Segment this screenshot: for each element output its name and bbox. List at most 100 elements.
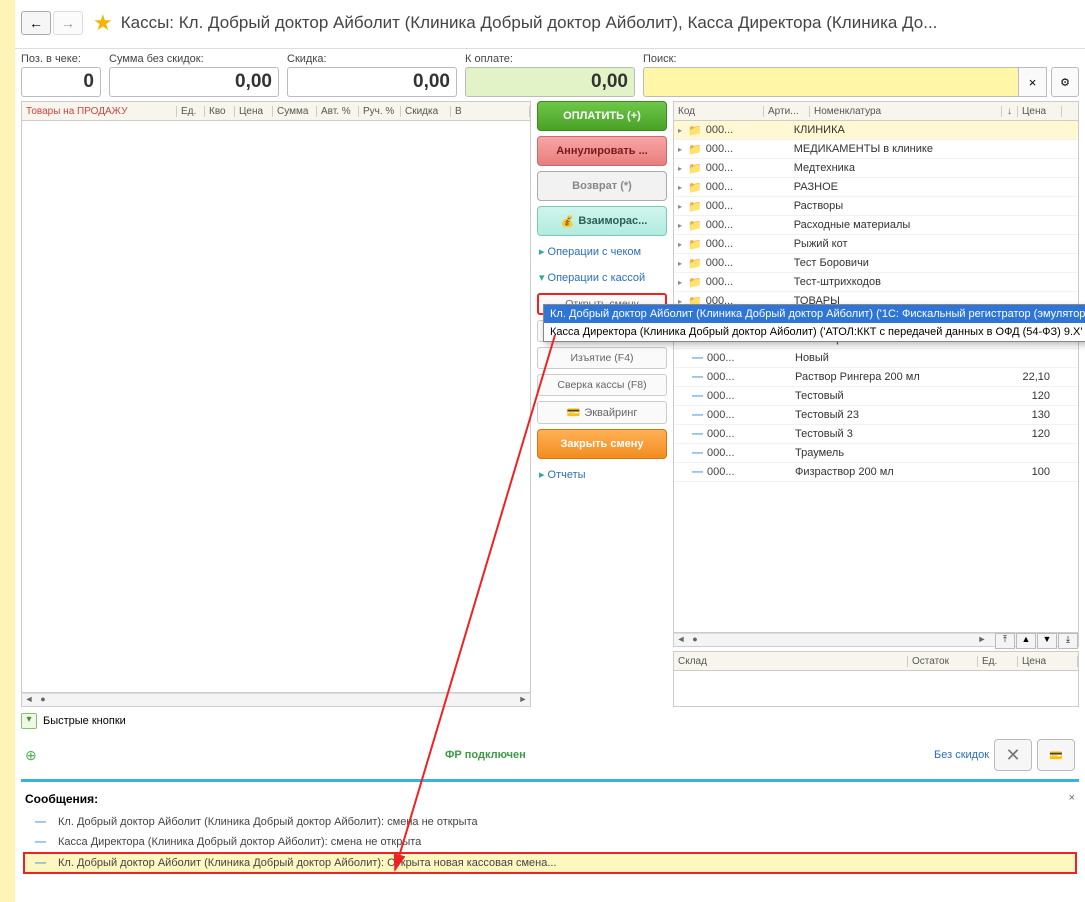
chevron-right-icon[interactable]: ▸: [678, 164, 688, 173]
sum-input[interactable]: [109, 67, 279, 97]
pos-input[interactable]: [21, 67, 101, 97]
reports-link[interactable]: ▸Отчеты: [537, 464, 667, 485]
tree-name: МЕДИКАМЕНТЫ в клинике: [794, 143, 1008, 155]
search-clear-button[interactable]: ×: [1019, 67, 1047, 97]
items-scrollbar[interactable]: ◄ ● ►: [21, 693, 531, 707]
reconcile-button[interactable]: Сверка кассы (F8): [537, 374, 667, 396]
items-table-body[interactable]: [21, 121, 531, 693]
jump-bottom-button[interactable]: ⤓: [1058, 633, 1078, 649]
messages-close-button[interactable]: ×: [1069, 792, 1075, 806]
chevron-right-icon[interactable]: ▸: [678, 240, 688, 249]
pay-button[interactable]: ОПЛАТИТЬ (+): [537, 101, 667, 131]
chevron-right-icon[interactable]: ▸: [678, 145, 688, 154]
sort-icon[interactable]: ↓: [1002, 106, 1018, 117]
col-price[interactable]: Цена: [235, 106, 273, 117]
chevron-right-icon[interactable]: ▸: [678, 183, 688, 192]
col-store[interactable]: Склад: [674, 656, 908, 667]
close-shift-button[interactable]: Закрыть смену: [537, 429, 667, 459]
cancel-big-button[interactable]: ✕: [994, 739, 1032, 771]
search-input[interactable]: [643, 67, 1019, 97]
withdraw-button[interactable]: Изъятие (F4): [537, 347, 667, 369]
tree-name: Рыжий кот: [794, 238, 1008, 250]
folder-icon: 📁: [688, 238, 702, 251]
col-art[interactable]: Арти...: [764, 106, 810, 117]
tree-body[interactable]: ▸📁000...КЛИНИКА▸📁000...МЕДИКАМЕНТЫ в кли…: [673, 121, 1079, 633]
jump-top-button[interactable]: ⤒: [995, 633, 1015, 649]
tree-row[interactable]: ▸📁000...Тест Боровичи: [674, 254, 1078, 273]
tree-row[interactable]: —000...Тестовый 3120: [674, 425, 1078, 444]
card-big-button[interactable]: 💳: [1037, 739, 1075, 771]
col-qty[interactable]: Кво: [205, 106, 235, 117]
nav-forward-button[interactable]: →: [53, 11, 83, 35]
tree-code: 000...: [706, 200, 748, 212]
col-goods[interactable]: Товары на ПРОДАЖУ: [22, 106, 177, 117]
tree-row[interactable]: ▸📁000...Растворы: [674, 197, 1078, 216]
add-button[interactable]: ⊕: [25, 747, 37, 764]
tree-row[interactable]: ▸📁000...КЛИНИКА: [674, 121, 1078, 140]
col-v[interactable]: В: [451, 106, 530, 117]
chevron-right-icon[interactable]: ▸: [678, 221, 688, 230]
jump-down-button[interactable]: ▼: [1037, 633, 1057, 649]
acquiring-button[interactable]: 💳Эквайринг: [537, 401, 667, 424]
annul-button[interactable]: Аннулировать ...: [537, 136, 667, 166]
tree-row[interactable]: —000...Траумель: [674, 444, 1078, 463]
popup-option-2[interactable]: Касса Директора (Клиника Добрый доктор А…: [544, 323, 1085, 341]
tree-row[interactable]: —000...Физраствор 200 мл100: [674, 463, 1078, 482]
message-row[interactable]: —Кл. Добрый доктор Айболит (Клиника Добр…: [15, 812, 1085, 832]
card-icon: 💳: [567, 406, 581, 419]
item-icon: —: [692, 447, 703, 459]
scroll-left-icon[interactable]: ◄: [22, 694, 36, 706]
col-tree-price[interactable]: Цена: [1018, 106, 1062, 117]
tree-row[interactable]: ▸📁000...Рыжий кот: [674, 235, 1078, 254]
col-unit2[interactable]: Ед.: [978, 656, 1018, 667]
return-button[interactable]: Возврат (*): [537, 171, 667, 201]
tree-row[interactable]: —000...Раствор Рингера 200 мл22,10: [674, 368, 1078, 387]
message-row[interactable]: —Касса Директора (Клиника Добрый доктор …: [15, 832, 1085, 852]
tree-row[interactable]: ▸📁000...Тест-штрихкодов: [674, 273, 1078, 292]
folder-icon: 📁: [688, 219, 702, 232]
scroll-right-icon[interactable]: ►: [975, 634, 989, 646]
expand-quick-button[interactable]: ▾: [21, 713, 37, 729]
col-price2[interactable]: Цена: [1018, 656, 1078, 667]
scroll-circle-icon[interactable]: ●: [688, 634, 702, 646]
tree-row[interactable]: —000...Тестовый120: [674, 387, 1078, 406]
chevron-right-icon[interactable]: ▸: [678, 126, 688, 135]
message-row-highlighted[interactable]: —Кл. Добрый доктор Айболит (Клиника Добр…: [23, 852, 1077, 874]
tree-row[interactable]: —000...Тестовый 23130: [674, 406, 1078, 425]
col-sum[interactable]: Сумма: [273, 106, 317, 117]
tree-row[interactable]: ▸📁000...РАЗНОЕ: [674, 178, 1078, 197]
col-discount[interactable]: Скидка: [401, 106, 451, 117]
nav-back-button[interactable]: ←: [21, 11, 51, 35]
no-discount-link[interactable]: Без скидок: [934, 749, 989, 761]
tree-scrollbar[interactable]: ◄ ● ► ⤒ ▲ ▼ ⤓: [673, 633, 1079, 647]
tree-row[interactable]: ▸📁000...Медтехника: [674, 159, 1078, 178]
col-auto[interactable]: Авт. %: [317, 106, 359, 117]
discount-input[interactable]: [287, 67, 457, 97]
tree-row[interactable]: ▸📁000...МЕДИКАМЕНТЫ в клинике: [674, 140, 1078, 159]
col-remain[interactable]: Остаток: [908, 656, 978, 667]
stock-body[interactable]: [673, 671, 1079, 707]
scroll-circle-icon[interactable]: ●: [36, 694, 50, 706]
open-shift-dropdown[interactable]: Кл. Добрый доктор Айболит (Клиника Добры…: [543, 304, 1085, 342]
chevron-right-icon[interactable]: ▸: [678, 259, 688, 268]
folder-icon: 📁: [688, 181, 702, 194]
scroll-right-icon[interactable]: ►: [516, 694, 530, 706]
star-icon[interactable]: ★: [93, 10, 113, 36]
jump-up-button[interactable]: ▲: [1016, 633, 1036, 649]
ops-cash-link[interactable]: ▾Операции с кассой: [537, 267, 667, 288]
popup-option-1[interactable]: Кл. Добрый доктор Айболит (Клиника Добры…: [544, 305, 1085, 323]
chevron-right-icon[interactable]: ▸: [678, 278, 688, 287]
pay-input[interactable]: [465, 67, 635, 97]
scroll-left-icon[interactable]: ◄: [674, 634, 688, 646]
settings-button[interactable]: ⚙: [1051, 67, 1079, 97]
item-icon: —: [692, 409, 703, 421]
ops-check-link[interactable]: ▸Операции с чеком: [537, 241, 667, 262]
col-nom[interactable]: Номенклатура: [810, 106, 1002, 117]
col-unit[interactable]: Ед.: [177, 106, 205, 117]
tree-row[interactable]: ▸📁000...Расходные материалы: [674, 216, 1078, 235]
col-code[interactable]: Код: [674, 106, 764, 117]
tree-row[interactable]: —000...Новый: [674, 349, 1078, 368]
col-manual[interactable]: Руч. %: [359, 106, 401, 117]
chevron-right-icon[interactable]: ▸: [678, 202, 688, 211]
mutual-button[interactable]: 💰Взаиморас...: [537, 206, 667, 236]
